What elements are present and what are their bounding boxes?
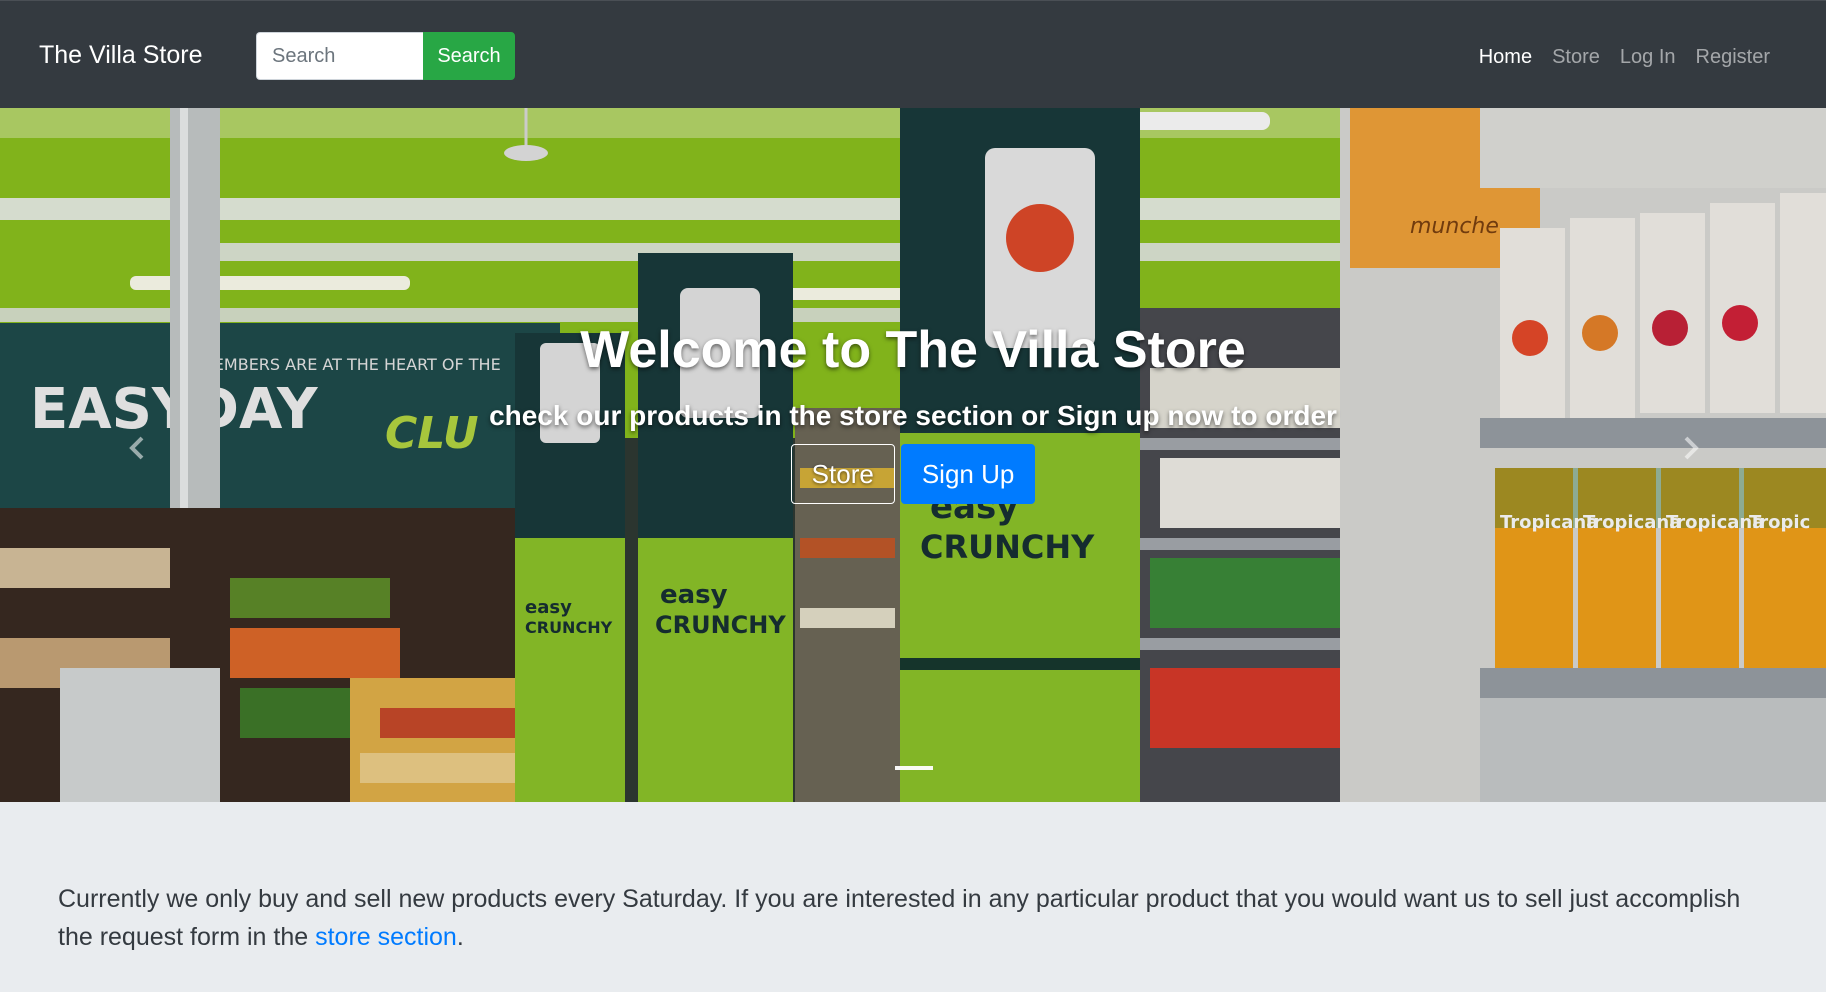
info-text: Currently we only buy and sell new produ… <box>58 885 1741 951</box>
carousel-indicators <box>895 766 933 770</box>
hero-signup-button[interactable]: Sign Up <box>900 444 1036 504</box>
store-section-link[interactable]: store section <box>315 923 457 951</box>
search-input[interactable] <box>256 32 423 80</box>
nav-link-login[interactable]: Log In <box>1610 43 1686 71</box>
brand-logo[interactable]: The Villa Store <box>39 39 203 71</box>
nav-link-store[interactable]: Store <box>1542 43 1610 71</box>
top-navbar: The Villa Store Search Home Store Log In… <box>0 0 1826 108</box>
info-text-end: . <box>456 923 464 951</box>
hero-subtitle: check our products in the store section … <box>489 400 1337 431</box>
hero-title: Welcome to The Villa Store <box>580 321 1246 379</box>
carousel-indicator-1[interactable] <box>895 766 933 770</box>
hero-store-button[interactable]: Store <box>790 444 895 504</box>
jumbotron-info: Currently we only buy and sell new produ… <box>0 802 1826 992</box>
hero-caption: Welcome to The Villa Store check our pro… <box>0 320 1826 504</box>
hero-carousel: EASYDAY CLU MEMBERS ARE AT THE HEART OF … <box>0 108 1826 802</box>
search-form: Search <box>256 32 515 80</box>
search-button[interactable]: Search <box>423 32 515 80</box>
nav-link-register[interactable]: Register <box>1686 43 1780 71</box>
nav-menu: Home Store Log In Register <box>1469 43 1780 71</box>
nav-link-home[interactable]: Home <box>1469 43 1542 71</box>
hero-buttons: Store Sign Up <box>0 444 1826 504</box>
info-paragraph: Currently we only buy and sell new produ… <box>58 880 1758 956</box>
